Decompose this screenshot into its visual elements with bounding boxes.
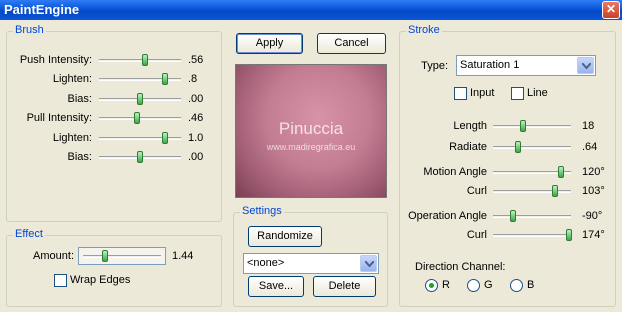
- stroke-row-label: Curl: [466, 185, 487, 197]
- amount-label: Amount:: [33, 250, 74, 262]
- line-label: Line: [527, 87, 548, 99]
- brush-slider[interactable]: [99, 131, 181, 145]
- watermark-name: Pinuccia: [278, 119, 344, 138]
- brush-slider[interactable]: [99, 92, 181, 106]
- channel-radio-r[interactable]: [425, 279, 438, 292]
- brush-slider[interactable]: [99, 53, 181, 67]
- brush-row-value: .00: [188, 93, 204, 105]
- settings-legend: Settings: [240, 205, 284, 217]
- brush-slider[interactable]: [99, 72, 181, 86]
- brush-slider[interactable]: [99, 150, 181, 164]
- stroke-row-value: -90°: [582, 210, 603, 222]
- stroke-row-value: 18: [582, 120, 595, 132]
- brush-row-label: Bias:: [67, 93, 92, 105]
- effect-group: Effect: [6, 228, 222, 307]
- stroke-slider[interactable]: [493, 228, 573, 242]
- direction-channel-label: Direction Channel:: [415, 261, 506, 273]
- amount-value: 1.44: [172, 250, 194, 262]
- stroke-row-value: 120°: [582, 166, 605, 178]
- stroke-slider-thumb[interactable]: [509, 210, 516, 222]
- input-label: Input: [470, 87, 495, 99]
- brush-slider-thumb[interactable]: [141, 54, 148, 66]
- window-title: PaintEngine: [4, 2, 80, 17]
- apply-button[interactable]: Apply: [236, 33, 303, 54]
- stroke-row-label: Length: [453, 120, 487, 132]
- channel-label: R: [442, 279, 450, 291]
- brush-slider-thumb[interactable]: [137, 151, 143, 163]
- brush-row-label: Lighten:: [52, 132, 92, 144]
- close-icon: ✕: [605, 2, 617, 16]
- stroke-slider-thumb[interactable]: [557, 166, 564, 178]
- stroke-slider[interactable]: [493, 140, 571, 154]
- chevron-down-icon[interactable]: [577, 57, 594, 74]
- stroke-type-value: Saturation 1: [460, 59, 520, 71]
- channel-radio-g[interactable]: [467, 279, 480, 292]
- stroke-slider[interactable]: [493, 184, 571, 198]
- brush-row-value: 1.0: [188, 132, 204, 144]
- save-button[interactable]: Save...: [248, 276, 304, 297]
- preset-select[interactable]: <none>: [243, 253, 379, 274]
- brush-legend: Brush: [13, 24, 46, 36]
- channel-label: B: [527, 279, 535, 291]
- brush-row-value: .8: [188, 73, 198, 85]
- preset-select-value: <none>: [247, 257, 285, 269]
- channel-label: G: [484, 279, 493, 291]
- stroke-slider-thumb[interactable]: [566, 229, 573, 241]
- stroke-slider[interactable]: [493, 209, 571, 223]
- input-checkbox[interactable]: [454, 87, 467, 100]
- brush-row-label: Bias:: [67, 151, 92, 163]
- cancel-button[interactable]: Cancel: [317, 33, 386, 54]
- brush-row-value: .56: [188, 54, 204, 66]
- line-checkbox[interactable]: [511, 87, 524, 100]
- amount-slider[interactable]: [78, 247, 166, 265]
- brush-slider-thumb[interactable]: [161, 73, 168, 85]
- preview-image: Pinuccia www.madiregrafica.eu: [235, 64, 387, 198]
- stroke-slider[interactable]: [493, 165, 571, 179]
- brush-slider[interactable]: [99, 111, 181, 125]
- channel-radio-b[interactable]: [510, 279, 523, 292]
- randomize-button[interactable]: Randomize: [248, 226, 322, 247]
- title-bar: PaintEngine ✕: [0, 0, 622, 20]
- stroke-type-select[interactable]: Saturation 1: [456, 55, 596, 76]
- brush-row-value: .46: [188, 112, 204, 124]
- brush-row-label: Lighten:: [52, 73, 92, 85]
- type-label: Type:: [421, 60, 448, 72]
- wrap-edges-label: Wrap Edges: [70, 274, 131, 286]
- stroke-legend: Stroke: [406, 24, 442, 36]
- stroke-row-label: Motion Angle: [423, 166, 487, 178]
- delete-button[interactable]: Delete: [313, 276, 376, 297]
- brush-slider-thumb[interactable]: [133, 112, 140, 124]
- brush-row-value: .00: [188, 151, 204, 163]
- stroke-row-value: 174°: [582, 229, 605, 241]
- stroke-row-label: Curl: [466, 229, 487, 241]
- brush-row-label: Push Intensity:: [19, 54, 92, 66]
- stroke-slider-thumb[interactable]: [514, 141, 521, 153]
- stroke-row-value: 103°: [582, 185, 605, 197]
- stroke-slider-thumb[interactable]: [552, 185, 559, 197]
- stroke-row-label: Radiate: [449, 141, 487, 153]
- brush-row-label: Pull Intensity:: [26, 112, 92, 124]
- amount-slider-thumb[interactable]: [101, 250, 108, 262]
- chevron-down-icon[interactable]: [360, 255, 377, 272]
- brush-slider-thumb[interactable]: [161, 132, 168, 144]
- paint-engine-dialog: PaintEngine ✕ Brush Push Intensity: .56 Li…: [0, 0, 622, 312]
- stroke-slider[interactable]: [493, 119, 571, 133]
- wrap-edges-checkbox[interactable]: [54, 274, 67, 287]
- brush-slider-thumb[interactable]: [137, 93, 143, 105]
- stroke-row-value: .64: [582, 141, 598, 153]
- close-button[interactable]: ✕: [602, 1, 620, 19]
- effect-legend: Effect: [13, 228, 45, 240]
- stroke-row-label: Operation Angle: [408, 210, 487, 222]
- watermark-url: www.madiregrafica.eu: [266, 142, 356, 152]
- stroke-slider-thumb[interactable]: [519, 120, 526, 132]
